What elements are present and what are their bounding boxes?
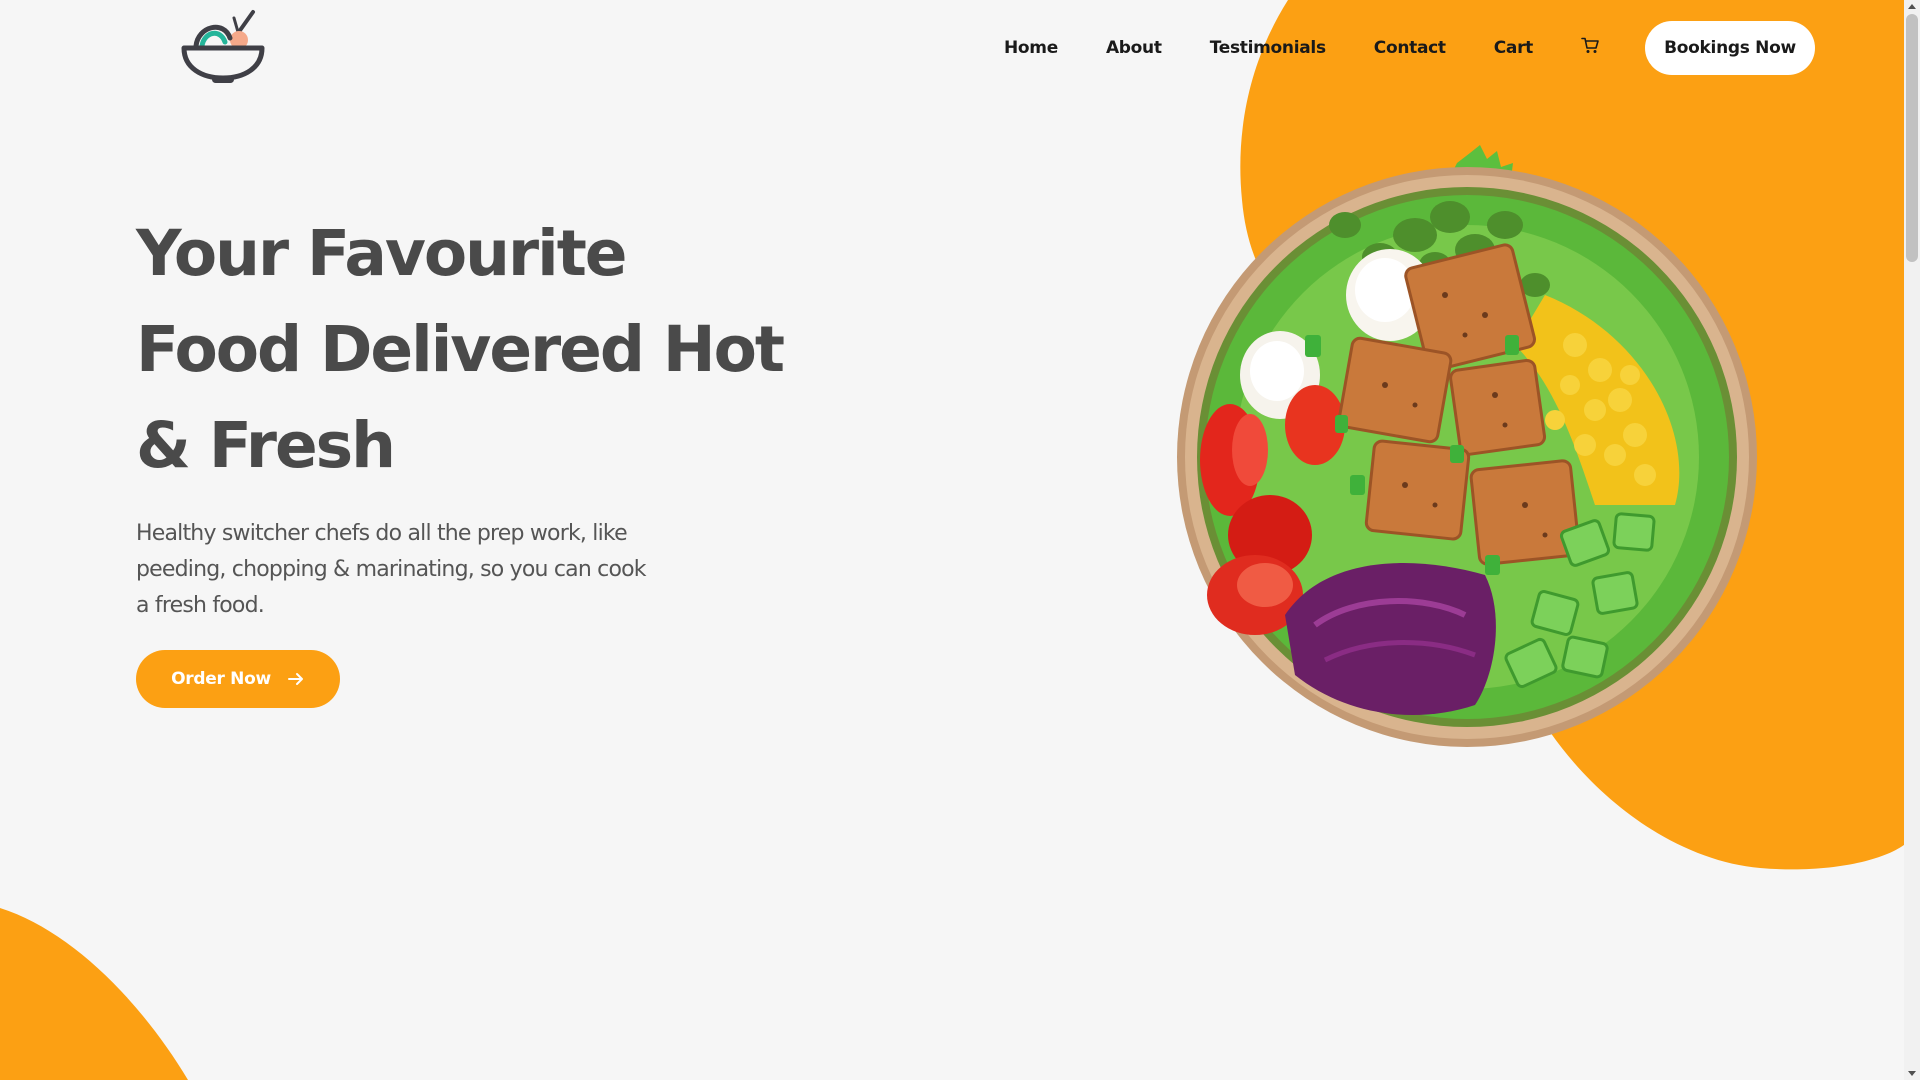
nav-contact[interactable]: Contact [1374, 38, 1446, 58]
bookings-now-button[interactable]: Bookings Now [1645, 21, 1816, 75]
orange-corner-decoration [0, 908, 188, 1080]
nav-cart[interactable]: Cart [1494, 38, 1534, 58]
nav-home[interactable]: Home [1004, 38, 1058, 58]
bowl-logo-icon[interactable] [180, 8, 266, 84]
landing-page: Home About Testimonials Contact Cart Boo… [0, 0, 1920, 1080]
main-nav: Home About Testimonials Contact Cart Boo… [980, 0, 1816, 96]
hero-title: Your Favourite Food Delivered Hot & Fres… [136, 217, 785, 482]
scroll-down-icon[interactable] [1908, 1071, 1916, 1076]
arrow-right-icon [287, 671, 305, 687]
scrollbar-thumb[interactable] [1906, 14, 1918, 262]
order-now-button[interactable]: Order Now [136, 650, 340, 708]
salad-bowl-image [1177, 145, 1757, 747]
hero-description: Healthy switcher chefs do all the prep w… [136, 521, 647, 618]
page-scrollbar[interactable] [1904, 0, 1920, 1080]
shopping-cart-icon[interactable] [1581, 37, 1599, 54]
nav-about[interactable]: About [1106, 38, 1162, 58]
scroll-up-icon[interactable] [1908, 4, 1916, 9]
nav-testimonials[interactable]: Testimonials [1210, 38, 1326, 58]
order-now-label: Order Now [171, 669, 271, 689]
